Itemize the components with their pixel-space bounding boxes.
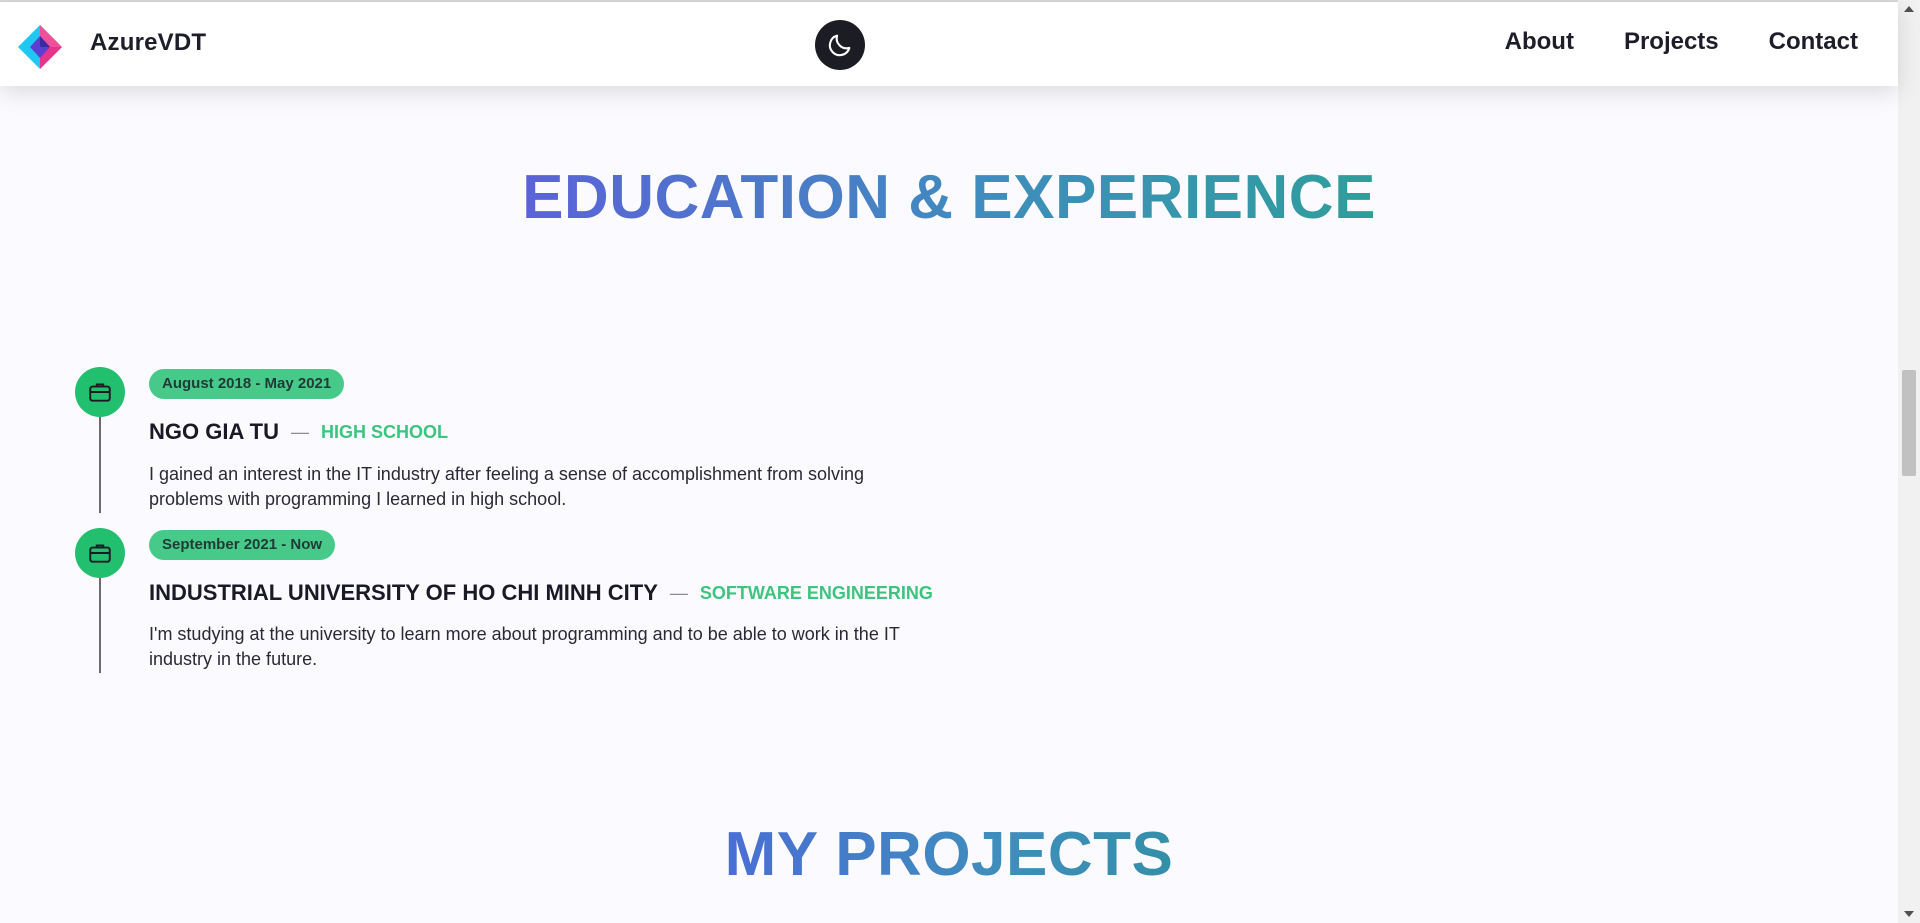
nav-link-contact[interactable]: Contact [1769, 28, 1858, 56]
timeline-heading: NGO GIA TU — HIGH SCHOOL [149, 419, 448, 445]
briefcase-icon [89, 383, 111, 402]
brand-name[interactable]: AzureVDT [90, 29, 206, 57]
timeline-connector [99, 417, 101, 513]
main-nav: About Projects Contact [1505, 28, 1858, 56]
timeline-description: I gained an interest in the IT industry … [149, 464, 865, 509]
scroll-down-arrow-icon[interactable] [1898, 905, 1920, 923]
timeline-icon [75, 367, 125, 417]
briefcase-icon [89, 544, 111, 563]
heading-separator: — [290, 421, 309, 442]
organization-name: INDUSTRIAL UNIVERSITY OF HO CHI MINH CIT… [149, 580, 658, 605]
nav-link-about[interactable]: About [1505, 28, 1574, 56]
timeline-heading: INDUSTRIAL UNIVERSITY OF HO CHI MINH CIT… [149, 580, 933, 606]
study-field: SOFTWARE ENGINEERING [699, 582, 933, 603]
projects-section-title: MY PROJECTS [724, 820, 1174, 889]
site-header: AzureVDT About Projects Contact [0, 2, 1898, 86]
theme-toggle-button[interactable] [815, 20, 865, 70]
timeline-connector [99, 578, 101, 673]
education-section-title: EDUCATION & EXPERIENCE [522, 163, 1376, 232]
heading-separator: — [669, 582, 688, 603]
vertical-scrollbar[interactable] [1898, 0, 1920, 923]
study-field: HIGH SCHOOL [320, 421, 448, 442]
timeline-icon [75, 528, 125, 578]
brand-logo-icon[interactable] [17, 24, 63, 70]
scroll-up-arrow-icon[interactable] [1898, 0, 1920, 18]
timeline-date-badge: August 2018 - May 2021 [149, 369, 345, 399]
timeline-date-badge: September 2021 - Now [149, 530, 336, 560]
timeline-description: I'm studying at the university to learn … [149, 624, 900, 669]
scrollbar-thumb[interactable] [1902, 370, 1916, 476]
moon-icon [828, 34, 851, 57]
organization-name: NGO GIA TU [149, 419, 279, 444]
nav-link-projects[interactable]: Projects [1624, 28, 1719, 56]
